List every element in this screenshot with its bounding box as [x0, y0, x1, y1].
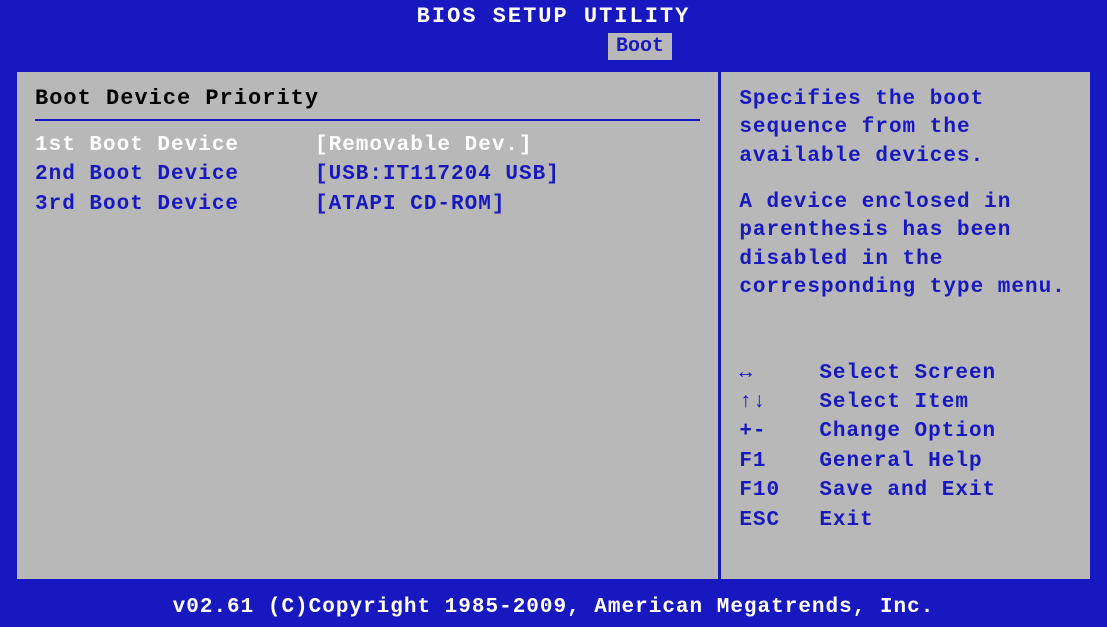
boot-device-1[interactable]: 1st Boot Device [Removable Dev.] [35, 131, 700, 160]
key-exit: ESC Exit [739, 506, 1072, 535]
key-save-exit: F10 Save and Exit [739, 476, 1072, 505]
content-area: Boot Device Priority 1st Boot Device [Re… [14, 69, 1093, 582]
boot-device-3[interactable]: 3rd Boot Device [ATAPI CD-ROM] [35, 190, 700, 219]
main-panel: Boot Device Priority 1st Boot Device [Re… [14, 69, 721, 582]
key-action-save-exit: Save and Exit [819, 476, 996, 505]
bios-window: BIOS SETUP UTILITY Boot Boot Device Prio… [0, 0, 1107, 627]
key-plus-minus-icon: +- [739, 417, 819, 446]
tab-boot[interactable]: Boot [608, 33, 672, 60]
key-hints: ↔ Select Screen ↑↓ Select Item +- Change… [739, 359, 1072, 535]
help-text-2: A device enclosed in parenthesis has bee… [739, 189, 1072, 302]
key-select-item: ↑↓ Select Item [739, 388, 1072, 417]
boot-device-3-value: [ATAPI CD-ROM] [315, 190, 505, 219]
boot-device-2-label: 2nd Boot Device [35, 160, 315, 189]
key-f1: F1 [739, 447, 819, 476]
boot-device-3-label: 3rd Boot Device [35, 190, 315, 219]
key-change-option: +- Change Option [739, 417, 1072, 446]
boot-device-1-value: [Removable Dev.] [315, 131, 533, 160]
key-action-select-screen: Select Screen [819, 359, 996, 388]
key-action-exit: Exit [819, 506, 873, 535]
key-action-general-help: General Help [819, 447, 982, 476]
copyright-text: v02.61 (C)Copyright 1985-2009, American … [173, 596, 935, 619]
help-text-1: Specifies the boot sequence from the ava… [739, 86, 1072, 171]
key-f10: F10 [739, 476, 819, 505]
tab-bar: Boot [0, 33, 1107, 61]
key-select-screen: ↔ Select Screen [739, 359, 1072, 388]
footer-bar: v02.61 (C)Copyright 1985-2009, American … [0, 590, 1107, 627]
title-bar: BIOS SETUP UTILITY [0, 0, 1107, 33]
key-action-select-item: Select Item [819, 388, 969, 417]
boot-device-1-label: 1st Boot Device [35, 131, 315, 160]
section-title: Boot Device Priority [35, 86, 700, 121]
boot-device-2-value: [USB:IT117204 USB] [315, 160, 560, 189]
key-arrows-lr-icon: ↔ [739, 359, 819, 388]
bios-title: BIOS SETUP UTILITY [417, 4, 691, 29]
help-panel: Specifies the boot sequence from the ava… [721, 69, 1093, 582]
key-action-change-option: Change Option [819, 417, 996, 446]
key-esc: ESC [739, 506, 819, 535]
key-general-help: F1 General Help [739, 447, 1072, 476]
boot-device-2[interactable]: 2nd Boot Device [USB:IT117204 USB] [35, 160, 700, 189]
key-arrows-ud-icon: ↑↓ [739, 388, 819, 417]
